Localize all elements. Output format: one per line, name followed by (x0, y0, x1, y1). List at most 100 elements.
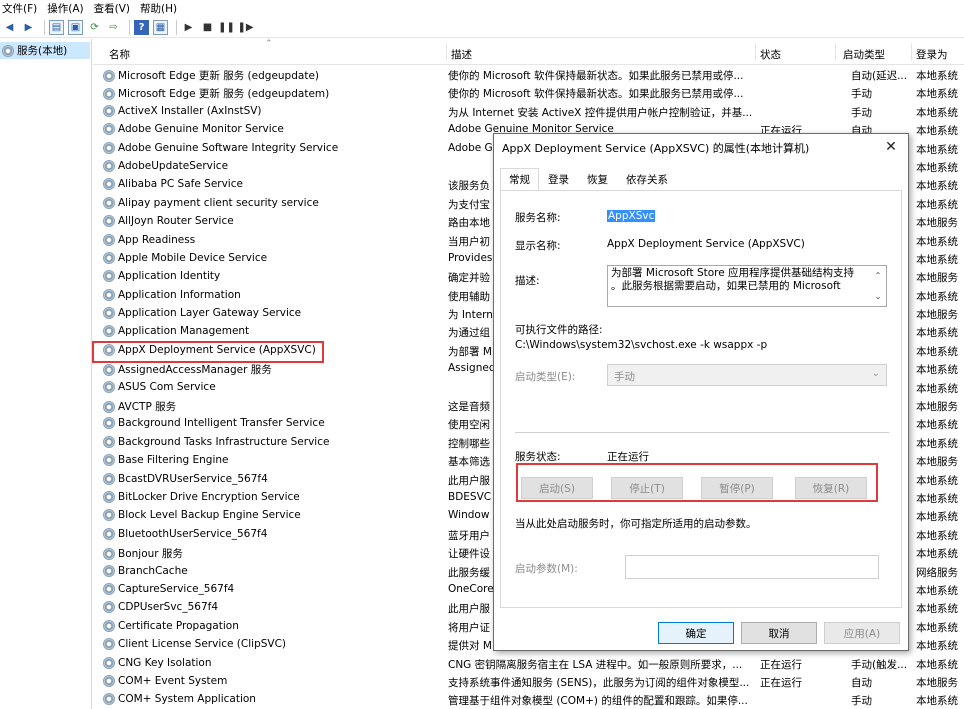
service-logon-cell: 本地系统 (916, 88, 958, 101)
forward-icon[interactable]: ▶ (21, 20, 36, 35)
gear-icon (103, 454, 115, 467)
table-row[interactable]: Microsoft Edge 更新 服务 (edgeupdatem) 使你的 Mi… (93, 84, 964, 102)
tab-general[interactable]: 常规 (500, 168, 539, 191)
properties-icon[interactable]: ▦ (153, 19, 168, 35)
menu-help[interactable]: 帮助(H) (140, 1, 177, 16)
start-service-icon[interactable]: ▶ (181, 20, 196, 35)
table-row[interactable]: Microsoft Edge 更新 服务 (edgeupdate) 使你的 Mic… (93, 66, 964, 84)
display-name-value[interactable]: AppX Deployment Service (AppXSVC) (607, 238, 805, 250)
service-logon-cell: 本地系统 (916, 621, 958, 634)
export-list-icon[interactable]: ⇨ (106, 20, 121, 35)
restart-service-icon[interactable]: ❚▶ (237, 20, 253, 35)
column-header-logon[interactable]: 登录为 (916, 47, 948, 62)
service-logon-cell: 本地服务 (916, 309, 958, 322)
column-separator[interactable] (446, 43, 447, 61)
table-row[interactable]: COM+ Event System 支持系统事件通知服务 (SENS)，此服务为订… (93, 673, 964, 691)
ok-button[interactable]: 确定 (658, 622, 734, 644)
service-logon-cell: 本地系统 (916, 235, 958, 248)
tab-recovery[interactable]: 恢复 (578, 168, 617, 190)
table-row[interactable]: ActiveX Installer (AxInstSV) 为从 Internet … (93, 103, 964, 121)
service-name-cell: Alibaba PC Safe Service (103, 178, 443, 191)
scroll-up-icon[interactable]: ⌃ (875, 269, 882, 282)
menu-file[interactable]: 文件(F) (2, 1, 37, 16)
service-name-cell: CDPUserSvc_567f4 (103, 601, 443, 614)
gear-icon (103, 196, 115, 209)
gear-icon (103, 87, 115, 100)
service-name-value[interactable]: AppXSvc (607, 210, 656, 222)
tab-logon[interactable]: 登录 (539, 168, 578, 190)
start-params-input[interactable] (625, 555, 879, 579)
menu-view[interactable]: 查看(V) (94, 1, 130, 16)
start-params-label: 启动参数(M): (515, 563, 578, 575)
gear-icon (103, 141, 115, 154)
service-name-text: AssignedAccessManager 服务 (118, 364, 272, 377)
service-desc-cell: 支持系统事件通知服务 (SENS)，此服务为订阅的组件对象模型... (448, 676, 750, 689)
dialog-title: AppX Deployment Service (AppXSVC) 的属性(本地… (502, 142, 810, 155)
service-name-text: CDPUserSvc_567f4 (118, 601, 219, 614)
pause-service-icon[interactable]: ❚❚ (218, 20, 235, 35)
column-separator[interactable] (835, 43, 836, 61)
gear-icon (103, 288, 115, 301)
gear-icon (103, 490, 115, 503)
close-icon[interactable]: ✕ (882, 139, 900, 155)
service-logon-cell: 本地系统 (916, 327, 958, 340)
tab-dependencies[interactable]: 依存关系 (617, 168, 677, 190)
column-header-name[interactable]: 名称 (109, 47, 130, 62)
service-name-text: Background Tasks Infrastructure Service (118, 435, 330, 448)
annotation-highlight-service-buttons (516, 463, 878, 502)
service-logon-cell: 本地系统 (916, 584, 958, 597)
service-desc-cell: 使你的 Microsoft 软件保持最新状态。如果此服务已禁用或停... (448, 70, 744, 82)
gear-icon (103, 619, 115, 632)
table-row[interactable]: CNG Key Isolation CNG 密钥隔离服务宿主在 LSA 进程中。如… (93, 655, 964, 673)
service-logon-cell: 本地系统 (916, 382, 958, 395)
service-name-text: AVCTP 服务 (118, 401, 177, 414)
description-textbox[interactable]: 为部署 Microsoft Store 应用程序提供基础结构支持 。此服务根据需… (607, 265, 887, 307)
service-status-label: 服务状态: (515, 451, 561, 463)
service-desc-cell: 管理基于组件对象模型 (COM+) 的组件的配置和跟踪。如果停... (448, 695, 748, 708)
service-name-cell: Application Layer Gateway Service (103, 307, 443, 320)
service-startup-cell: 手动(触发... (851, 658, 908, 671)
column-separator[interactable] (755, 43, 756, 61)
properties-window-icon[interactable]: ▣ (68, 19, 83, 35)
service-name-label: 服务名称: (515, 212, 561, 224)
gear-icon (103, 233, 115, 246)
stop-service-icon[interactable]: ■ (200, 20, 215, 35)
gear-icon (103, 547, 115, 560)
help-icon[interactable]: ? (134, 19, 149, 35)
refresh-icon[interactable]: ⟳ (87, 20, 102, 35)
column-separator[interactable] (911, 43, 912, 61)
back-icon[interactable]: ◀ (2, 20, 17, 35)
show-hide-console-tree-icon[interactable]: ▤ (49, 19, 64, 35)
service-name-text: Base Filtering Engine (118, 454, 229, 467)
service-logon-cell: 本地系统 (916, 345, 958, 358)
scroll-down-icon[interactable]: ⌄ (875, 290, 882, 303)
cancel-button[interactable]: 取消 (741, 622, 817, 644)
service-name-text: Microsoft Edge 更新 服务 (edgeupdate) (118, 70, 319, 82)
startup-type-select[interactable]: 手动 ⌄ (607, 364, 887, 386)
gear-icon (103, 104, 115, 117)
section-divider (515, 432, 889, 433)
menu-action[interactable]: 操作(A) (47, 1, 83, 16)
service-desc-cell: 使你的 Microsoft 软件保持最新状态。如果此服务已禁用或停... (448, 88, 744, 101)
service-name-text: BluetoothUserService_567f4 (118, 527, 268, 540)
annotation-highlight-appx-row (92, 341, 324, 363)
tree-item-label: 服务(本地) (17, 45, 68, 57)
service-name-text: Alibaba PC Safe Service (118, 178, 243, 191)
service-name-cell: Background Intelligent Transfer Service (103, 417, 443, 430)
column-header-startup[interactable]: 启动类型 (843, 47, 885, 62)
table-row[interactable]: COM+ System Application 管理基于组件对象模型 (COM+)… (93, 691, 964, 709)
gear-icon (103, 400, 115, 413)
service-logon-cell: 本地系统 (916, 695, 958, 708)
description-scrollbar[interactable]: ⌃ ⌄ (872, 266, 884, 306)
service-logon-cell: 本地系统 (916, 161, 958, 174)
apply-button[interactable]: 应用(A) (824, 622, 900, 644)
gear-icon (103, 527, 115, 540)
gear-icon (103, 215, 115, 228)
gear-icon (103, 417, 115, 430)
toolbar: ◀ ▶ ▤ ▣ ⟳ ⇨ ? ▦ ▶ ■ ❚❚ ❚▶ (0, 17, 964, 38)
tree-item-services-local[interactable]: 服务(本地) (0, 42, 90, 59)
column-header-desc[interactable]: 描述 (451, 47, 472, 62)
column-header-status[interactable]: 状态 (760, 47, 781, 62)
service-name-text: Application Layer Gateway Service (118, 307, 302, 320)
gear-icon (103, 69, 115, 82)
